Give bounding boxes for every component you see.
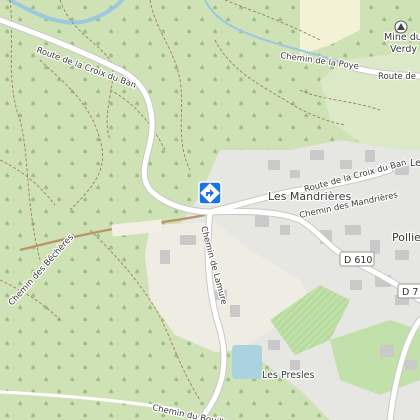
- directions-diamond-icon[interactable]: [198, 181, 222, 205]
- map-layer: ♠ ♠: [0, 0, 420, 420]
- shield-d610: D 610: [339, 251, 375, 267]
- label-les-mandrieres: Les Mandrières: [268, 190, 352, 203]
- label-pollie: Pollie: [392, 231, 420, 244]
- label-les-presles: Les Presles: [262, 370, 314, 381]
- map-canvas[interactable]: ♠ ♠: [0, 0, 420, 420]
- label-mine-du-verdy-2: Verdy: [390, 44, 417, 55]
- svg-text:D 610: D 610: [344, 255, 372, 266]
- label-route-de-east: Route de: [378, 72, 416, 82]
- svg-text:D 7: D 7: [402, 287, 418, 298]
- mine-icon[interactable]: [394, 20, 408, 34]
- shield-d7: D 7: [397, 283, 420, 299]
- label-le: Le: [410, 158, 420, 169]
- pond: [232, 345, 262, 379]
- label-mine-du-verdy-1: Mine du: [384, 32, 420, 43]
